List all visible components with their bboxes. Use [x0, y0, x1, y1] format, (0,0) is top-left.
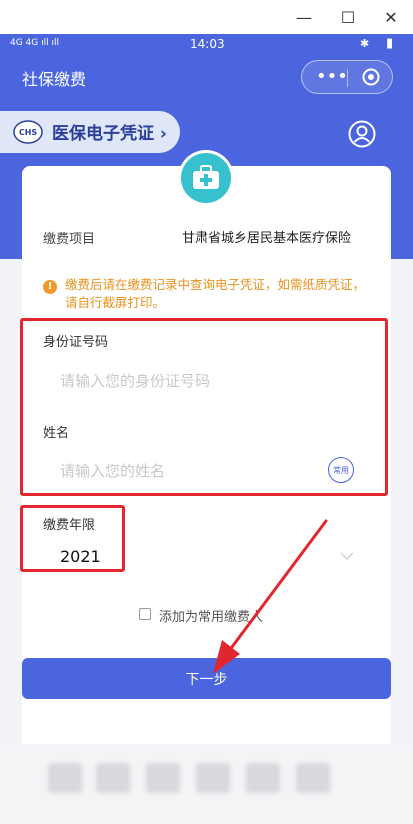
close-miniprogram-icon[interactable]	[362, 68, 380, 86]
blurred-region	[246, 763, 280, 793]
highlight-box-year	[20, 505, 125, 572]
chevron-down-icon[interactable]	[340, 551, 354, 561]
blurred-region	[196, 763, 230, 793]
blurred-region	[146, 763, 180, 793]
voucher-text: 医保电子凭证	[52, 124, 154, 144]
medkit-badge	[178, 150, 234, 206]
chs-logo-icon: CHS	[13, 120, 43, 144]
add-common-payer-checkbox[interactable]	[139, 608, 151, 620]
medkit-circle	[181, 153, 231, 203]
chevron-right-icon: ›	[159, 124, 167, 144]
svg-text:CHS: CHS	[19, 128, 38, 137]
add-common-payer-label[interactable]: 添加为常用缴费人	[159, 606, 263, 625]
status-time: 14:03	[190, 37, 225, 51]
signal-icon: 4G 4G ıll ıll	[10, 38, 59, 48]
minimize-button[interactable]: —	[282, 0, 326, 34]
medkit-icon	[193, 165, 219, 189]
blurred-region	[96, 763, 130, 793]
pay-item-value: 甘肃省城乡居民基本医疗保险	[182, 231, 352, 246]
close-button[interactable]: ✕	[369, 0, 413, 34]
bluetooth-icon: ✱	[360, 37, 370, 50]
blurred-region	[48, 763, 82, 793]
notice-text: 缴费后请在缴费记录中查询电子凭证，如需纸质凭证，请自行截屏打印。	[65, 277, 366, 310]
capsule-divider	[347, 69, 348, 87]
battery-icon: ▮	[386, 36, 394, 51]
user-profile-icon[interactable]	[347, 119, 377, 149]
warning-icon: !	[43, 280, 57, 294]
more-icon[interactable]: •••	[316, 68, 348, 86]
maximize-button[interactable]: ☐	[326, 0, 370, 34]
menu-capsule: •••	[301, 60, 393, 94]
highlight-box-identity	[20, 318, 388, 496]
page-title: 社保缴费	[22, 70, 87, 89]
blurred-region	[296, 763, 330, 793]
next-step-button[interactable]: 下一步	[22, 658, 391, 699]
pay-item-label: 缴费项目	[43, 232, 96, 247]
voucher-label[interactable]: 医保电子凭证 ›	[52, 119, 167, 144]
